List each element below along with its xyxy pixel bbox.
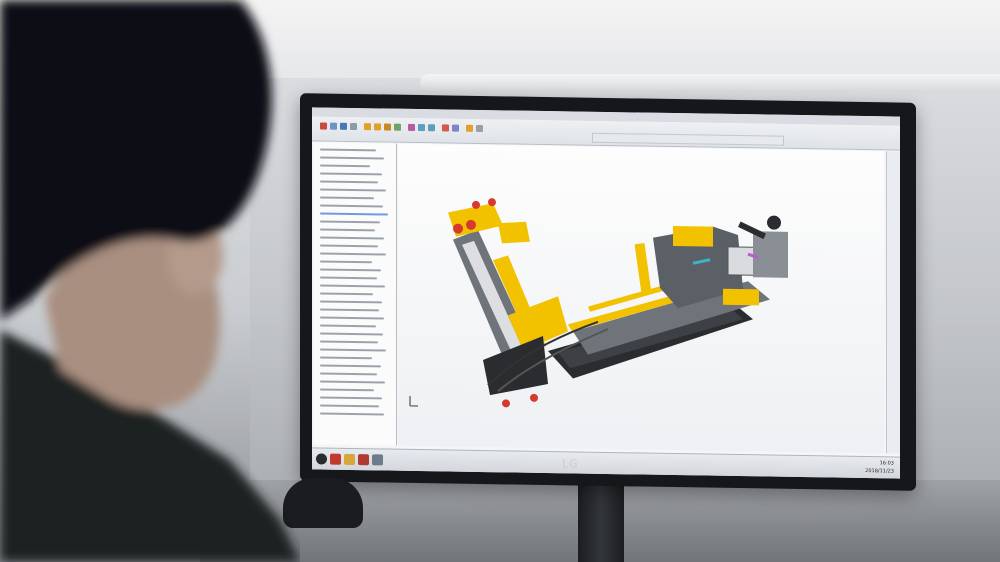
person-silhouette [0, 0, 300, 562]
tree-item[interactable] [320, 396, 382, 400]
tree-item[interactable] [320, 244, 378, 248]
task-pane-tabs[interactable] [886, 151, 900, 454]
monitor-brand-logo: LG [562, 457, 579, 471]
tool-save-icon[interactable] [340, 122, 347, 130]
taskbar-time: 16:03 [879, 460, 894, 467]
partition-top-edge [420, 74, 1000, 92]
tool-mate-icon[interactable] [476, 124, 483, 133]
tool-pattern-icon[interactable] [442, 124, 449, 132]
tree-item[interactable] [320, 172, 382, 176]
tree-item[interactable] [320, 308, 379, 312]
start-button-icon[interactable] [316, 453, 327, 465]
rear-frame [753, 231, 788, 278]
tree-item[interactable] [320, 356, 372, 360]
tree-item[interactable] [320, 404, 379, 408]
tree-item[interactable] [320, 324, 376, 328]
tree-item[interactable] [320, 372, 377, 376]
tree-item[interactable] [320, 412, 384, 416]
tool-assembly-icon[interactable] [466, 124, 473, 132]
tree-item[interactable] [320, 348, 386, 352]
tree-item[interactable] [320, 380, 385, 384]
tree-item[interactable] [320, 268, 381, 272]
engine-cover-yellow [723, 288, 759, 306]
tree-item[interactable] [320, 204, 383, 208]
tool-fillet-icon[interactable] [418, 124, 425, 132]
tree-item[interactable] [320, 180, 378, 184]
tree-item[interactable] [320, 220, 380, 224]
3d-viewport[interactable] [398, 143, 884, 454]
tool-chamfer-icon[interactable] [428, 124, 435, 132]
tree-item[interactable] [320, 188, 386, 192]
engine-block [727, 246, 755, 276]
cab-top-yellow [673, 226, 713, 247]
tree-item[interactable] [320, 252, 386, 256]
tree-item[interactable] [320, 228, 375, 232]
tool-sweep-icon[interactable] [384, 123, 391, 131]
app-icon-red[interactable] [330, 453, 341, 465]
seat-back [767, 215, 781, 230]
monitor-screen: 16:03 2018/11/23 [312, 107, 900, 479]
top-motor [498, 221, 530, 244]
tree-item[interactable] [320, 236, 384, 240]
taskbar-date: 2018/11/23 [865, 468, 894, 475]
app-icon-browser[interactable] [372, 454, 383, 466]
tree-item[interactable] [320, 340, 378, 344]
boom-arm [738, 221, 766, 240]
tool-revolve-icon[interactable] [374, 123, 381, 131]
tool-print-icon[interactable] [350, 122, 357, 131]
red-cap-6 [530, 393, 538, 402]
tree-item[interactable] [320, 332, 383, 336]
rail-post [634, 243, 652, 294]
tree-item[interactable] [320, 148, 376, 152]
tool-open-icon[interactable] [330, 122, 337, 130]
tree-item[interactable] [320, 316, 384, 320]
monitor-stand [578, 482, 624, 562]
tree-item[interactable] [320, 364, 381, 368]
app-icon-cad[interactable] [358, 454, 369, 466]
tree-item[interactable] [320, 260, 372, 264]
tree-item[interactable] [320, 284, 385, 288]
tool-new-icon[interactable] [320, 122, 327, 130]
view-toolbar[interactable] [592, 132, 784, 146]
app-icon-folder[interactable] [344, 453, 355, 466]
monitor: 16:03 2018/11/23 LG [300, 93, 916, 491]
office-scene: 16:03 2018/11/23 LG [0, 0, 1000, 562]
tree-item[interactable] [320, 164, 370, 168]
feature-tree-panel [314, 142, 397, 446]
tree-item-selected[interactable] [320, 212, 388, 216]
tree-item[interactable] [320, 276, 377, 280]
axis-triad-icon [409, 395, 418, 407]
tool-loft-icon[interactable] [394, 123, 401, 131]
tool-mirror-icon[interactable] [452, 124, 459, 132]
machine-model [409, 198, 788, 408]
tree-item[interactable] [320, 196, 374, 200]
tree-item[interactable] [320, 292, 373, 296]
tool-cut-icon[interactable] [408, 123, 415, 131]
tool-extrude-icon[interactable] [364, 123, 371, 131]
tree-item[interactable] [320, 388, 374, 392]
tree-item[interactable] [320, 156, 384, 160]
red-cap-5 [502, 399, 510, 408]
tree-item[interactable] [320, 300, 382, 304]
